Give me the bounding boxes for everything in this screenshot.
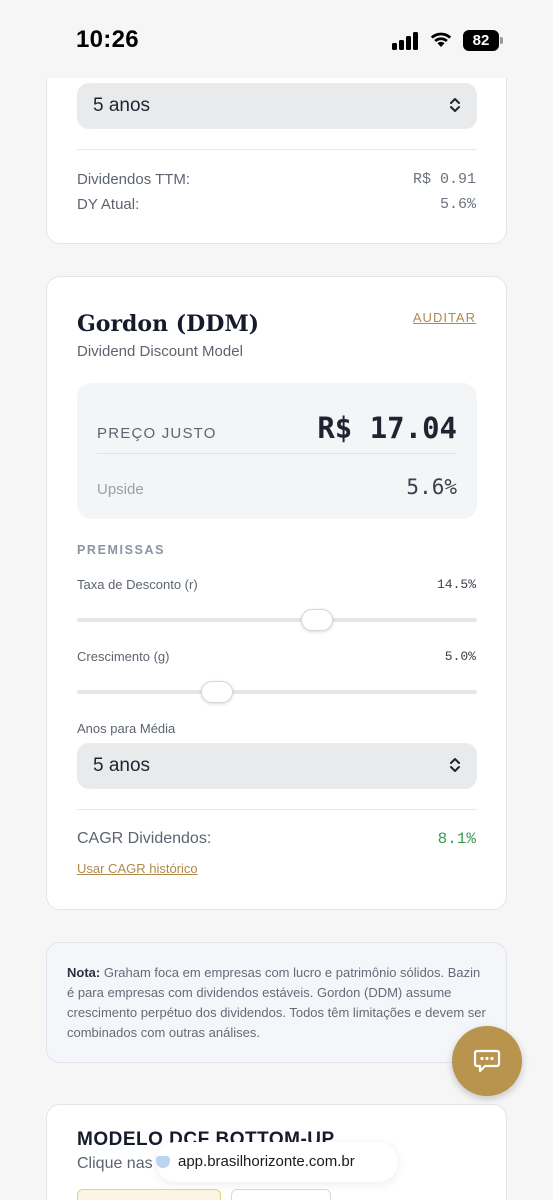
divider: [97, 453, 457, 454]
card-title: Gordon (DDM): [77, 311, 260, 337]
discount-rate-slider[interactable]: [77, 609, 477, 631]
gordon-card: Gordon (DDM) Dividend Discount Model AUD…: [46, 276, 507, 910]
status-time: 10:26: [76, 26, 139, 53]
fair-price-label: PREÇO JUSTO: [97, 425, 217, 442]
dcf-subtitle: Clique nas: [77, 1155, 153, 1172]
chat-button[interactable]: [452, 1026, 522, 1096]
growth-label: Crescimento (g): [77, 649, 170, 664]
use-historical-cagr-link[interactable]: Usar CAGR histórico: [77, 861, 198, 876]
cagr-value: 8.1%: [437, 830, 476, 848]
upside-value: 5.6%: [406, 475, 457, 499]
fair-price-box: PREÇO JUSTO R$ 17.04 Upside 5.6%: [77, 383, 477, 519]
divider: [77, 809, 477, 810]
ttm-label: Dividendos TTM:: [77, 171, 191, 188]
dcf-option-button[interactable]: [231, 1189, 331, 1200]
discount-rate-slider-thumb[interactable]: [301, 609, 333, 631]
dcf-option-button[interactable]: [77, 1189, 221, 1200]
site-icon: [156, 1156, 170, 1168]
browser-url-bar[interactable]: app.brasilhorizonte.com.br: [156, 1142, 398, 1182]
fair-price-value: R$ 17.04: [317, 411, 457, 445]
growth-slider-thumb[interactable]: [201, 681, 233, 703]
growth-slider[interactable]: [77, 681, 477, 703]
chevron-updown-icon: [449, 756, 461, 779]
discount-rate-label: Taxa de Desconto (r): [77, 577, 198, 592]
years-select-value: 5 anos: [93, 755, 151, 776]
chat-icon: [473, 1049, 501, 1073]
period-select-value: 5 anos: [93, 95, 151, 116]
premises-heading: PREMISSAS: [77, 543, 166, 557]
years-select[interactable]: 5 anos: [77, 743, 477, 789]
audit-link[interactable]: AUDITAR: [413, 310, 476, 325]
period-select[interactable]: 5 anos: [77, 83, 477, 129]
battery-icon: 82: [463, 30, 503, 51]
cellular-signal-icon: [392, 32, 420, 50]
wifi-icon: [429, 30, 453, 53]
ttm-value: R$ 0.91: [412, 171, 476, 188]
discount-rate-value: 14.5%: [436, 577, 476, 592]
chevron-updown-icon: [449, 96, 461, 119]
note-bold: Nota:: [67, 965, 101, 980]
dy-value: 5.6%: [439, 196, 476, 213]
status-bar: 10:26 82: [0, 0, 553, 78]
years-label: Anos para Média: [77, 721, 176, 736]
growth-value: 5.0%: [444, 649, 476, 664]
note-text: Graham foca em empresas com lucro e patr…: [67, 965, 486, 1040]
divider: [77, 149, 477, 150]
note-box: Nota: Graham foca em empresas com lucro …: [46, 942, 507, 1063]
cagr-label: CAGR Dividendos:: [77, 830, 212, 847]
upside-label: Upside: [97, 481, 144, 498]
card-subtitle: Dividend Discount Model: [77, 343, 243, 360]
dy-label: DY Atual:: [77, 196, 140, 213]
browser-url: app.brasilhorizonte.com.br: [178, 1153, 355, 1170]
